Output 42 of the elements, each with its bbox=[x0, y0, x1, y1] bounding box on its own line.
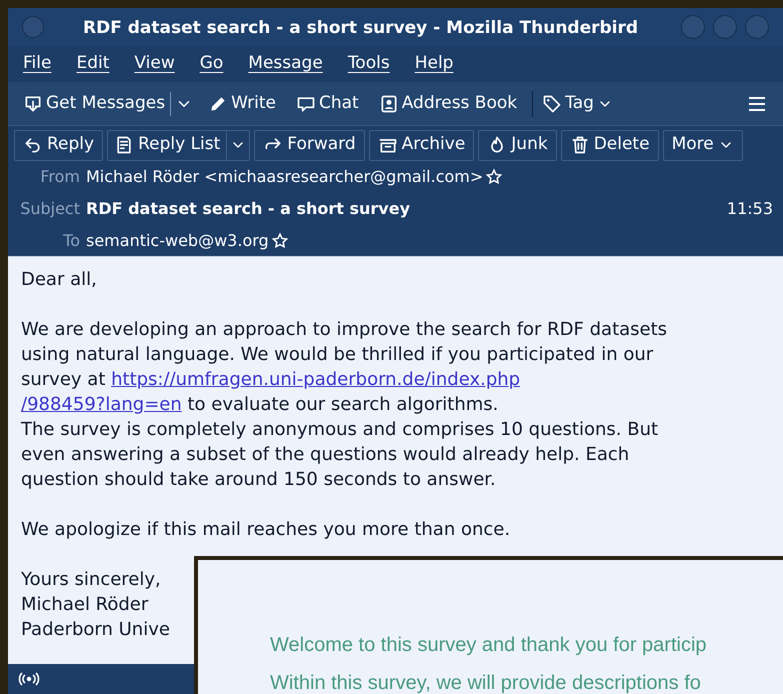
menu-item[interactable]: Message bbox=[248, 51, 323, 77]
reply-button[interactable]: Reply bbox=[14, 130, 104, 160]
field-label: To bbox=[62, 230, 81, 252]
field-label: From bbox=[39, 166, 81, 188]
paragraph: Dear all, bbox=[21, 268, 98, 292]
field-label: Subject bbox=[19, 198, 81, 220]
tag-button[interactable]: Tag bbox=[539, 86, 616, 120]
menu-item[interactable]: File bbox=[23, 51, 52, 77]
forward-button[interactable]: Forward bbox=[254, 130, 365, 160]
write-button[interactable]: Write bbox=[205, 86, 279, 120]
contact-card-icon bbox=[378, 94, 399, 114]
delete-button[interactable]: Delete bbox=[560, 130, 659, 160]
menu-item[interactable]: View bbox=[134, 51, 175, 77]
star-icon[interactable] bbox=[270, 232, 289, 250]
paragraph: We apologize if this mail reaches you more than once. bbox=[21, 518, 512, 542]
menu-icon[interactable] bbox=[747, 94, 767, 112]
menu-item[interactable]: Tools bbox=[348, 51, 390, 77]
junk-button[interactable]: Junk bbox=[478, 130, 557, 160]
get-messages-button[interactable]: Get Messages bbox=[20, 86, 168, 120]
paragraph: Yours sincerely, Michael Röder Paderborn Unive bbox=[21, 568, 171, 642]
timestamp: 11:53 bbox=[726, 198, 773, 220]
address-book-button[interactable]: Address Book bbox=[376, 86, 520, 120]
menu-item[interactable]: Go bbox=[200, 51, 224, 77]
download-tray-icon bbox=[23, 94, 43, 114]
link[interactable]: https://umfragen.uni-paderborn.de/index.php bbox=[111, 369, 520, 390]
recipient-address[interactable]: semantic-web@w3.org bbox=[86, 229, 269, 253]
tag-icon bbox=[542, 94, 562, 114]
more-button[interactable]: More bbox=[662, 130, 743, 160]
window-title: RDF dataset search - a short survey - Mozilla Thunderbird bbox=[83, 17, 638, 40]
sender-address[interactable]: Michael Röder <michaasresearcher@gmail.com> bbox=[86, 165, 484, 189]
trash-icon bbox=[570, 135, 590, 155]
link[interactable]: /988459?lang=en bbox=[21, 394, 182, 415]
survey-text: Within this survey, we will provide descriptions fo bbox=[270, 671, 702, 694]
chat-button[interactable]: Chat bbox=[292, 86, 362, 120]
star-icon[interactable] bbox=[485, 168, 504, 186]
survey-text: Welcome to this survey and thank you for particip bbox=[270, 633, 708, 658]
paragraph: We are developing an approach to improve the search for RDF datasets using natural language. We would be thrilled if you participated in our survey at https://umfragen.uni-paderborn.de/index.php /988459?lang=en to evaluate our search algorithms. The survey is completely anonymous and comprises 10 questions. But even answering a subset of the questions would already help. Each question should take around 150 seconds to answer. bbox=[21, 318, 668, 492]
menu-item[interactable]: Edit bbox=[76, 51, 110, 77]
subject: RDF dataset search - a short survey bbox=[86, 198, 410, 220]
menu-item[interactable]: Help bbox=[414, 51, 454, 77]
broadcast-icon[interactable] bbox=[18, 672, 40, 686]
archive-button[interactable]: Archive bbox=[368, 130, 474, 160]
